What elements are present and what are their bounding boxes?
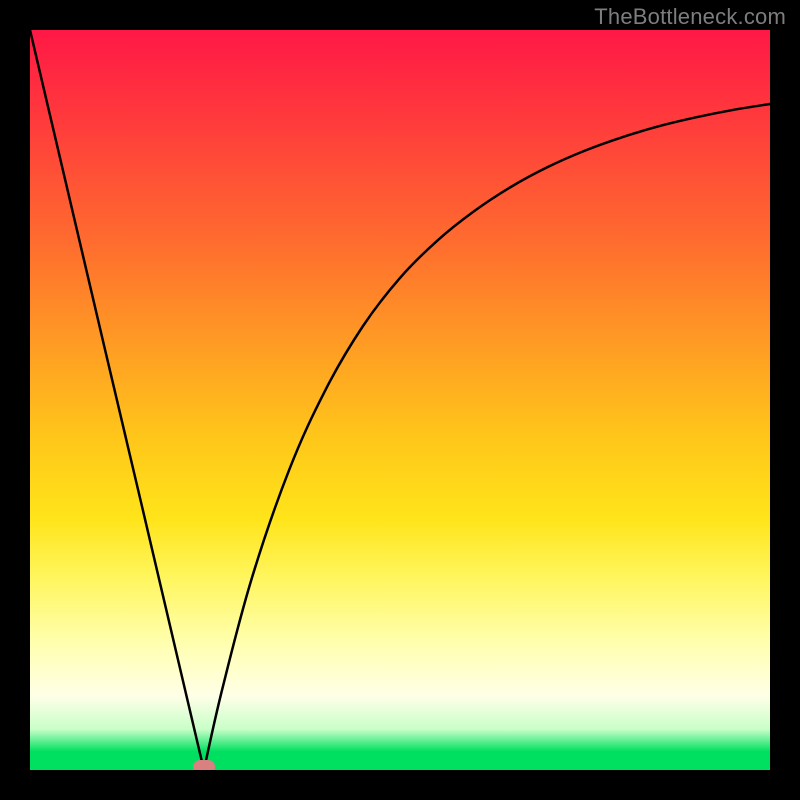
plot-area xyxy=(30,30,770,770)
bottleneck-curve-right xyxy=(204,104,770,770)
bottleneck-curve-left xyxy=(30,30,204,770)
optimal-point-marker xyxy=(193,760,215,770)
watermark-text: TheBottleneck.com xyxy=(594,4,786,30)
chart-frame: TheBottleneck.com xyxy=(0,0,800,800)
curve-svg xyxy=(30,30,770,770)
